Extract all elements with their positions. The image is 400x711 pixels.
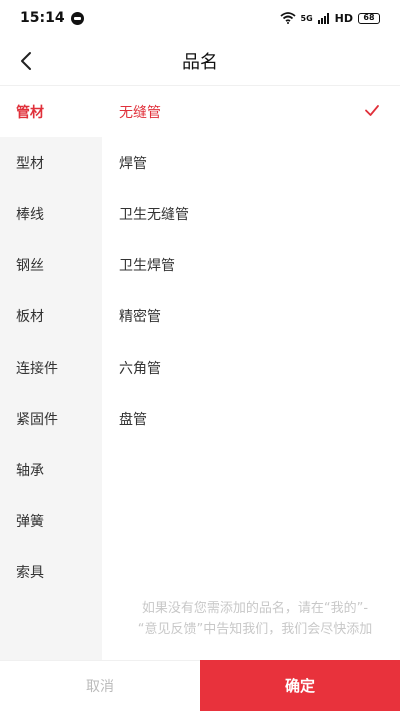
category-item[interactable]: 轴承 xyxy=(0,444,102,495)
status-bar: 15:14 5G HD 68 xyxy=(0,0,400,36)
status-indicators: 5G HD 68 xyxy=(279,11,380,25)
battery-level: 68 xyxy=(363,13,375,22)
product-item[interactable]: 六角管 xyxy=(102,342,400,393)
battery-icon: 68 xyxy=(358,12,380,24)
category-item[interactable]: 管材 xyxy=(0,86,102,138)
confirm-button[interactable]: 确定 xyxy=(200,660,400,711)
status-time: 15:14 xyxy=(20,10,65,26)
product-item[interactable]: 焊管 xyxy=(102,137,400,188)
product-item-label: 卫生焊管 xyxy=(119,258,175,275)
wifi-icon xyxy=(279,12,296,24)
category-item[interactable]: 钢丝 xyxy=(0,240,102,291)
category-item[interactable]: 紧固件 xyxy=(0,393,102,444)
back-button[interactable] xyxy=(12,47,40,75)
product-item[interactable]: 精密管 xyxy=(102,291,400,342)
product-item-label: 精密管 xyxy=(119,309,161,326)
chevron-left-icon xyxy=(21,52,31,70)
category-sidebar: 管材 型材 棒线 钢丝 板材 连接件 紧固件 轴承 弹簧 索具 xyxy=(0,86,102,660)
product-item-label: 六角管 xyxy=(119,360,161,377)
network-label: 5G xyxy=(300,13,313,23)
footer: 取消 确定 xyxy=(0,660,400,711)
add-hint: 如果没有您需添加的品名，请在“我的”- “意见反馈”中告知我们，我们会尽快添加 xyxy=(110,598,400,640)
hint-line-1: 如果没有您需添加的品名，请在“我的”- xyxy=(141,601,369,616)
signal-icon xyxy=(317,12,329,24)
checkmark-icon xyxy=(365,105,379,116)
product-item[interactable]: 卫生焊管 xyxy=(102,240,400,291)
page-title: 品名 xyxy=(182,51,218,73)
category-item[interactable]: 板材 xyxy=(0,291,102,342)
product-item-label: 盘管 xyxy=(119,411,147,428)
category-item[interactable]: 连接件 xyxy=(0,342,102,393)
category-item[interactable]: 索具 xyxy=(0,547,102,598)
header: 品名 xyxy=(0,36,400,86)
product-item-label: 焊管 xyxy=(119,155,147,172)
product-item-label: 卫生无缝管 xyxy=(119,206,189,223)
product-item-label: 无缝管 xyxy=(119,104,161,121)
hd-label: HD xyxy=(334,11,353,25)
category-item[interactable]: 弹簧 xyxy=(0,496,102,547)
hint-line-2: “意见反馈”中告知我们，我们会尽快添加 xyxy=(137,622,373,637)
category-item[interactable]: 型材 xyxy=(0,137,102,188)
product-item[interactable]: 盘管 xyxy=(102,393,400,444)
category-item[interactable]: 棒线 xyxy=(0,188,102,239)
product-item[interactable]: 无缝管 xyxy=(102,86,400,137)
product-item[interactable]: 卫生无缝管 xyxy=(102,188,400,239)
notification-icon xyxy=(70,11,84,25)
cancel-button[interactable]: 取消 xyxy=(0,660,200,711)
product-list: 无缝管焊管卫生无缝管卫生焊管精密管六角管盘管 如果没有您需添加的品名，请在“我的… xyxy=(102,86,400,660)
